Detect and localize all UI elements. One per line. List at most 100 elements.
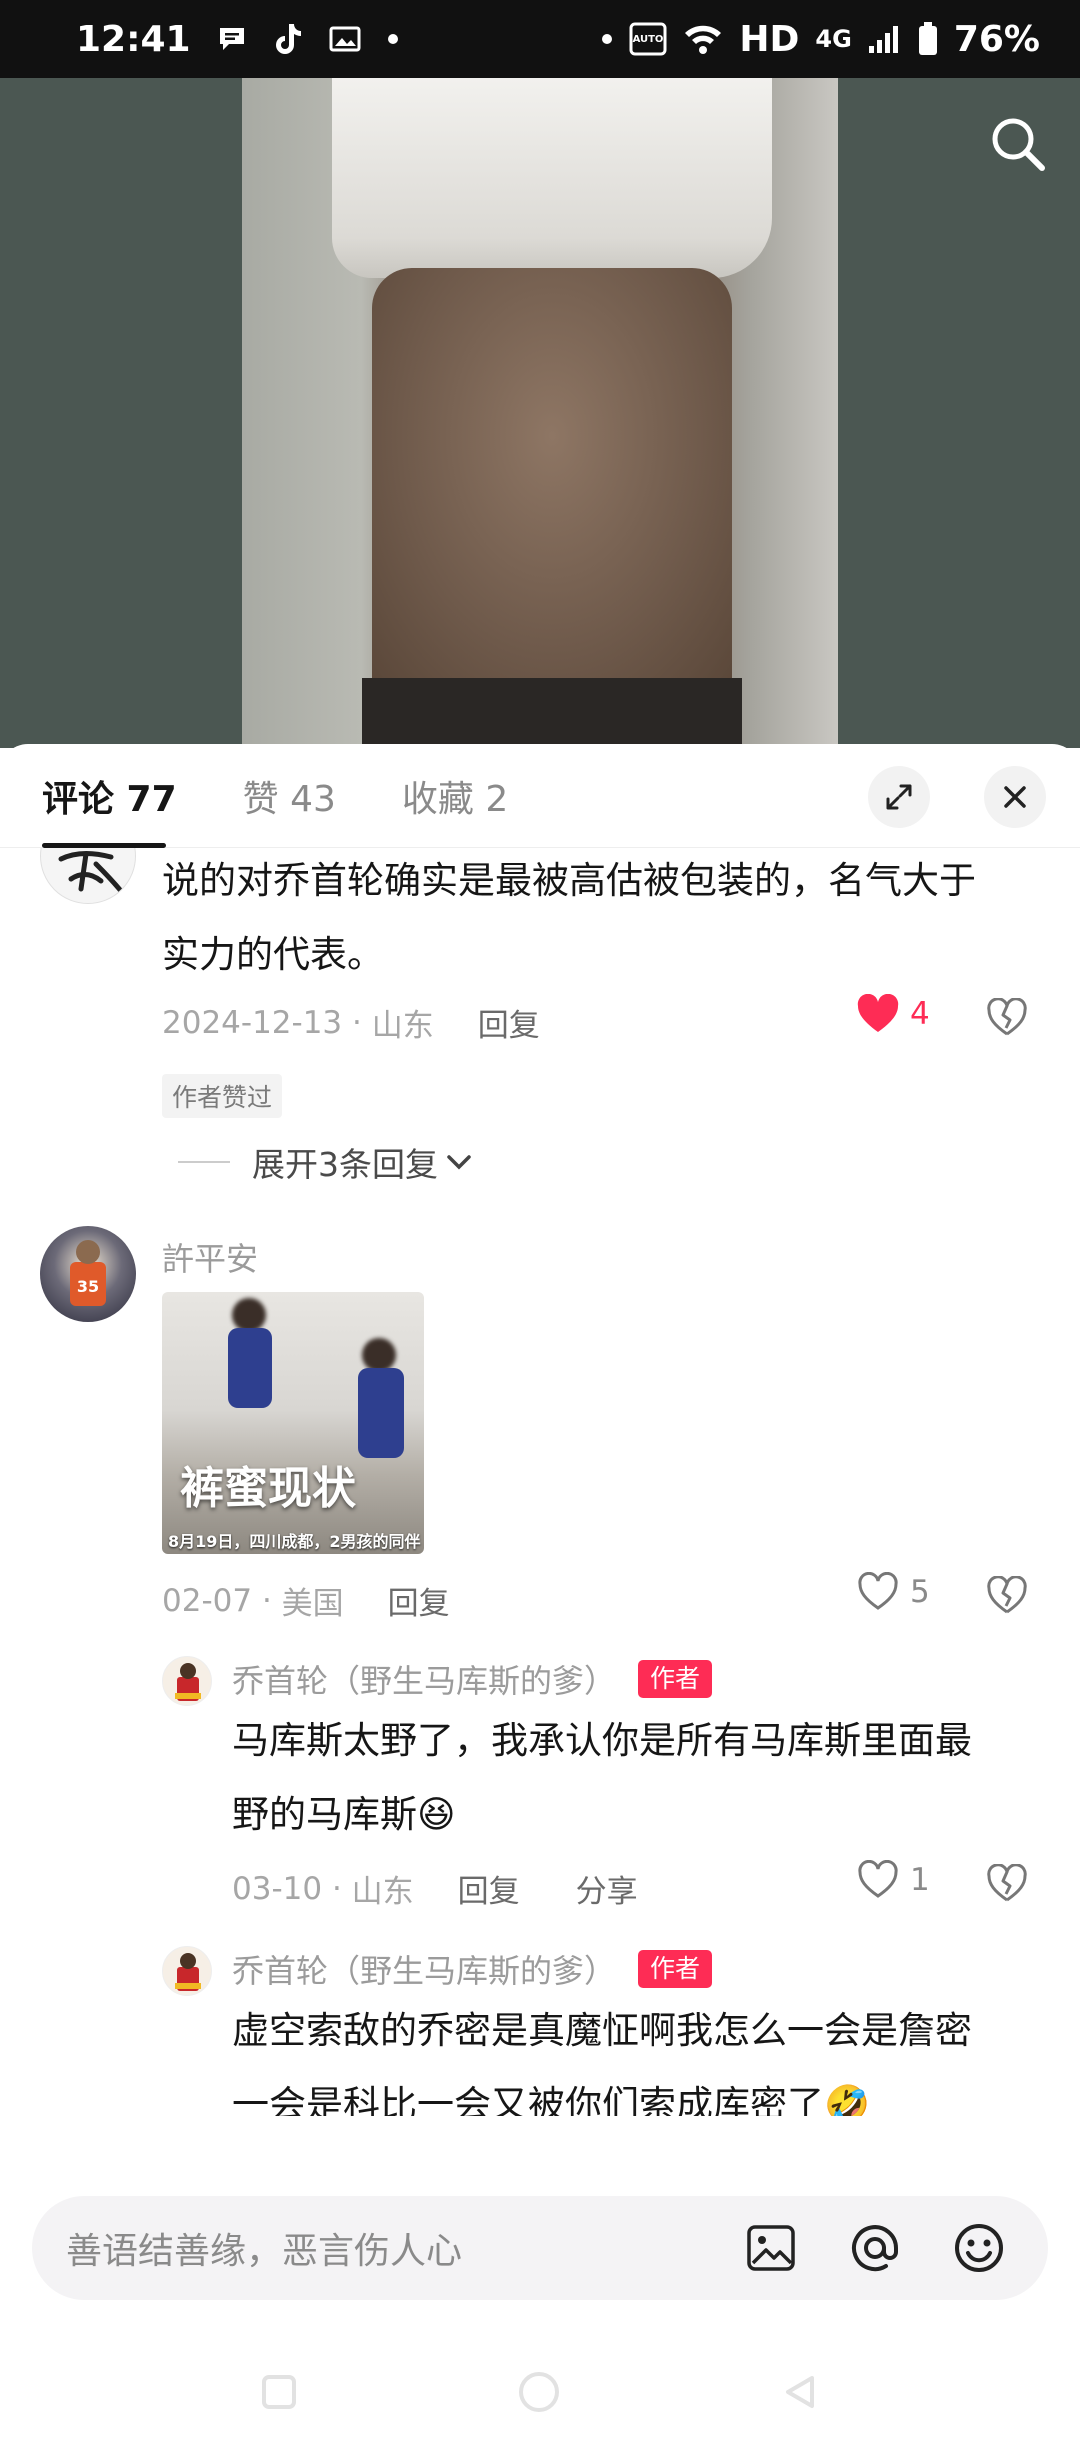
reply-username[interactable]: 乔首轮（野生马库斯的爹） 作者 xyxy=(232,1656,713,1702)
home-icon xyxy=(518,2372,559,2412)
share-button[interactable]: 分享 xyxy=(576,1866,638,1911)
chevron-down-icon xyxy=(447,1155,471,1170)
meta-separator: · xyxy=(342,1004,372,1041)
heart-filled-icon xyxy=(857,994,899,1032)
tab-likes[interactable]: 赞 43 xyxy=(243,744,336,848)
expand-replies-button[interactable]: 展开3条回复 xyxy=(178,1138,474,1186)
video-pants xyxy=(362,678,742,748)
comment-location: 山东 xyxy=(371,1008,434,1044)
battery-icon xyxy=(918,22,938,56)
reply-text: 虚空索敌的乔密是真魔怔啊我怎么一会是詹密 xyxy=(232,2009,972,2052)
like-button[interactable]: 5 xyxy=(856,1572,930,1612)
reply-button[interactable]: 回复 xyxy=(478,1000,540,1045)
reply-text: 一会是科比一会又被你们索成库密了🤣 xyxy=(232,2083,871,2116)
network-gen: 4G xyxy=(815,25,852,53)
reply-username-text: 乔首轮（野生马库斯的爹） xyxy=(232,1662,617,1700)
reply-location: 山东 xyxy=(351,1874,414,1910)
author-tag: 作者 xyxy=(638,1950,713,1988)
like-button[interactable]: 1 xyxy=(856,1860,930,1900)
player-avatar-icon xyxy=(175,1953,201,1991)
gallery-icon xyxy=(329,25,361,53)
status-time: 12:41 xyxy=(76,18,191,60)
basketball-avatar-icon: 35 xyxy=(70,1240,106,1306)
broken-heart-icon xyxy=(987,997,1027,1036)
tab-favorites[interactable]: 收藏 2 xyxy=(402,744,508,848)
heart-outline-icon xyxy=(858,1572,898,1610)
comment-username[interactable]: 許平安 xyxy=(162,1234,258,1280)
comment-text: 实力的代表。 xyxy=(162,933,384,976)
search-icon xyxy=(992,118,1045,171)
home-button[interactable] xyxy=(515,2368,563,2420)
comment-meta: 2024-12-13 · 山东 回复 xyxy=(162,1000,540,1045)
like-count: 1 xyxy=(910,1862,930,1898)
like-count: 5 xyxy=(910,1574,930,1610)
reply-avatar[interactable] xyxy=(162,1656,212,1706)
image-blurred-face xyxy=(362,1338,396,1372)
author-liked-badge: 作者赞过 xyxy=(162,1074,283,1118)
image-icon xyxy=(747,2225,795,2271)
video-player[interactable] xyxy=(0,78,1080,748)
dislike-button[interactable] xyxy=(986,1863,1028,1908)
reply-meta: 03-10 · 山东 回复 分享 xyxy=(232,1866,638,1911)
recents-icon xyxy=(261,2375,296,2409)
dislike-button[interactable] xyxy=(986,997,1028,1042)
mention-button[interactable] xyxy=(840,2213,910,2283)
comment-date: 02-07 xyxy=(162,1582,253,1619)
image-caption: 8月19日，四川成都，2男孩的同伴 xyxy=(168,1532,421,1551)
image-jersey xyxy=(228,1328,272,1408)
dislike-button[interactable] xyxy=(986,1575,1028,1620)
video-torso xyxy=(372,268,732,688)
reply-button[interactable]: 回复 xyxy=(388,1578,450,1623)
signal-icon xyxy=(868,24,902,54)
back-button[interactable] xyxy=(778,2370,822,2418)
reply-text: 野的马库斯😆 xyxy=(232,1793,456,1836)
comment-meta: 02-07 · 美国 回复 xyxy=(162,1578,450,1623)
expand-icon xyxy=(886,784,912,810)
comment-date: 2024-12-13 xyxy=(162,1004,343,1041)
close-icon xyxy=(1004,786,1026,808)
svg-text:AUTO: AUTO xyxy=(633,34,664,45)
video-frame xyxy=(242,78,838,748)
tab-comments[interactable]: 评论 77 xyxy=(42,744,177,848)
auto-hz-icon: AUTO xyxy=(629,22,667,56)
comment-text: 说的对乔首轮确实是最被高估被包装的，名气大于 xyxy=(162,859,976,902)
player-avatar-icon xyxy=(175,1663,201,1701)
heart-outline-icon xyxy=(858,1860,898,1898)
dot-icon xyxy=(601,33,613,45)
emoji-button[interactable] xyxy=(944,2213,1014,2283)
image-blurred-face xyxy=(232,1298,266,1332)
comment-input-placeholder[interactable]: 善语结善缘，恶言伤人心 xyxy=(66,2222,736,2274)
back-icon xyxy=(786,2376,815,2408)
video-shirt xyxy=(332,78,772,278)
image-picker-button[interactable] xyxy=(736,2213,806,2283)
like-button[interactable]: 4 xyxy=(856,994,930,1034)
avatar[interactable]: 35 xyxy=(40,1226,136,1322)
reply-username[interactable]: 乔首轮（野生马库斯的爹） 作者 xyxy=(232,1946,713,1992)
recents-button[interactable] xyxy=(258,2371,300,2417)
reply-username-text: 乔首轮（野生马库斯的爹） xyxy=(232,1952,617,1990)
meta-separator: · xyxy=(322,1870,352,1907)
comment-image[interactable]: 裤蜜现状 8月19日，四川成都，2男孩的同伴 xyxy=(162,1292,424,1554)
reply-button[interactable]: 回复 xyxy=(458,1866,520,1911)
reply-avatar[interactable] xyxy=(162,1946,212,1996)
broken-heart-icon xyxy=(987,1863,1027,1902)
tiktok-icon xyxy=(273,22,303,56)
expand-replies-label: 展开3条回复 xyxy=(252,1145,438,1184)
system-nav-bar xyxy=(0,2340,1080,2448)
dot-icon xyxy=(387,33,399,45)
search-button[interactable] xyxy=(986,112,1050,176)
avatar[interactable] xyxy=(40,848,136,904)
comment-input[interactable]: 善语结善缘，恶言伤人心 xyxy=(32,2196,1048,2300)
svg-text:35: 35 xyxy=(77,1277,99,1296)
comment-list[interactable]: 说的对乔首轮确实是最被高估被包装的，名气大于 实力的代表。 2024-12-13… xyxy=(0,848,1080,2116)
broken-heart-icon xyxy=(987,1575,1027,1614)
tab-bar: 评论 77 赞 43 收藏 2 xyxy=(0,744,1080,848)
comment-sheet: 评论 77 赞 43 收藏 2 说的对乔首轮确实是最被高估被包装的，名气大于 实… xyxy=(0,744,1080,2448)
network-type: HD xyxy=(739,18,800,60)
divider-line xyxy=(178,1161,230,1163)
image-title: 裤蜜现状 xyxy=(180,1463,356,1514)
expand-button[interactable] xyxy=(868,766,930,828)
reply-date: 03-10 xyxy=(232,1870,323,1907)
battery-level: 76% xyxy=(953,18,1040,60)
close-button[interactable] xyxy=(984,766,1046,828)
